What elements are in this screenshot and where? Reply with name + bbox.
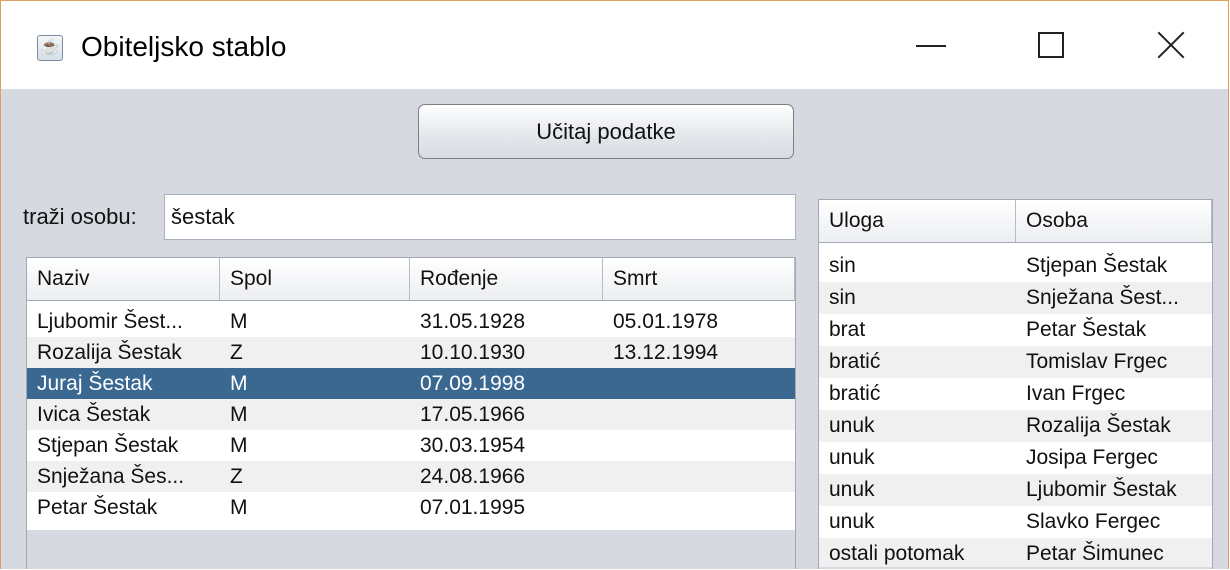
table-cell: 17.05.1966 <box>420 402 526 426</box>
table-cell: Juraj Šestak <box>37 371 153 395</box>
relations-table-empty-area <box>819 567 1212 569</box>
table-cell: M <box>230 371 248 395</box>
persons-table-column-header[interactable]: Smrt <box>603 258 795 300</box>
table-row[interactable]: Petar Šestak M 07.01.1995 <box>27 492 795 523</box>
persons-table-header: Naziv Spol Rođenje Smrt <box>27 258 795 301</box>
table-cell: 13.12.1994 <box>613 340 719 364</box>
close-icon <box>1157 31 1185 59</box>
table-cell: Snježana Šest... <box>1026 286 1179 309</box>
table-cell: 30.03.1954 <box>420 433 526 457</box>
table-cell: Petar Šestak <box>1026 318 1147 341</box>
relations-table-column-header[interactable]: Osoba <box>1016 200 1212 242</box>
table-row[interactable]: bratić Tomislav Frgec <box>819 346 1212 378</box>
table-row[interactable]: Ivica Šestak M 17.05.1966 <box>27 399 795 430</box>
minimize-icon <box>916 45 946 47</box>
table-cell: brat <box>829 318 866 341</box>
table-cell: sin <box>829 254 856 277</box>
load-data-button[interactable]: Učitaj podatke <box>418 104 794 159</box>
table-cell: bratić <box>829 350 881 373</box>
table-row[interactable]: sin Stjepan Šestak <box>819 250 1212 282</box>
table-cell: Z <box>230 464 243 488</box>
table-cell: Rozalija Šestak <box>1026 414 1171 437</box>
table-cell: Slavko Fergec <box>1026 510 1161 533</box>
persons-table-column-header[interactable]: Naziv <box>27 258 220 300</box>
persons-table-column-header[interactable]: Spol <box>220 258 410 300</box>
table-cell: unuk <box>829 478 875 501</box>
table-row[interactable]: sin Snježana Šest... <box>819 282 1212 314</box>
java-icon: ☕ <box>37 35 63 61</box>
app-window: ☕ Obiteljsko stablo Učitaj podatke traži… <box>0 0 1229 569</box>
minimize-button[interactable] <box>871 1 991 89</box>
table-cell: sin <box>829 286 856 309</box>
table-cell: Josipa Fergec <box>1026 446 1158 469</box>
table-cell: Ljubomir Šestak <box>1026 478 1177 501</box>
table-row[interactable]: brat Petar Šestak <box>819 314 1212 346</box>
search-label: traži osobu: <box>23 204 137 229</box>
table-row[interactable]: unuk Ljubomir Šestak <box>819 474 1212 506</box>
table-cell <box>603 492 795 523</box>
persons-table-column-header[interactable]: Rođenje <box>410 258 603 300</box>
table-cell: Ivica Šestak <box>37 402 151 426</box>
table-row[interactable]: Juraj Šestak M 07.09.1998 <box>27 368 795 399</box>
search-input[interactable] <box>164 194 796 240</box>
table-cell: Rozalija Šestak <box>37 340 182 364</box>
table-cell: unuk <box>829 414 875 437</box>
table-cell: 24.08.1966 <box>420 464 526 488</box>
table-cell <box>603 368 795 399</box>
relations-table-body: sin Stjepan Šestak sin Snježana Šest... brat… <box>819 250 1212 569</box>
close-button[interactable] <box>1111 1 1228 89</box>
relations-table-column-header[interactable]: Uloga <box>819 200 1016 242</box>
table-cell: Ljubomir Šest... <box>37 309 183 333</box>
maximize-icon <box>1038 32 1064 58</box>
table-cell: 05.01.1978 <box>613 309 719 333</box>
table-cell: Petar Šimunec <box>1026 542 1164 565</box>
table-cell: unuk <box>829 510 875 533</box>
table-cell: 07.09.1998 <box>420 371 526 395</box>
table-cell: M <box>230 495 248 519</box>
persons-table-empty-area <box>27 530 795 569</box>
table-cell: M <box>230 309 248 333</box>
table-cell: Stjepan Šestak <box>37 433 179 457</box>
table-cell: Z <box>230 340 243 364</box>
table-cell: bratić <box>829 382 881 405</box>
table-cell: 07.01.1995 <box>420 495 526 519</box>
table-cell: unuk <box>829 446 875 469</box>
table-cell <box>603 461 795 492</box>
table-row[interactable]: ostali potomak Petar Šimunec <box>819 538 1212 569</box>
table-row[interactable]: Snježana Šes... Z 24.08.1966 <box>27 461 795 492</box>
table-cell: Stjepan Šestak <box>1026 254 1168 277</box>
table-row[interactable]: Stjepan Šestak M 30.03.1954 <box>27 430 795 461</box>
table-row[interactable]: unuk Rozalija Šestak <box>819 410 1212 442</box>
table-cell <box>603 430 795 461</box>
table-cell: Ivan Frgec <box>1026 382 1126 405</box>
table-row[interactable]: unuk Josipa Fergec <box>819 442 1212 474</box>
table-row[interactable]: Ljubomir Šest... M 31.05.1928 05.01.1978 <box>27 306 795 337</box>
table-row[interactable]: Rozalija Šestak Z 10.10.1930 13.12.1994 <box>27 337 795 368</box>
table-cell <box>603 399 795 430</box>
relations-table-header: Uloga Osoba <box>819 200 1212 243</box>
window-title: Obiteljsko stablo <box>81 31 287 62</box>
persons-table-body: Ljubomir Šest... M 31.05.1928 05.01.1978 Roz… <box>27 306 795 523</box>
table-cell: 10.10.1930 <box>420 340 526 364</box>
table-cell: 31.05.1928 <box>420 309 526 333</box>
relations-table: Uloga Osoba sin Stjepan Šestak sin Snježana … <box>818 199 1213 569</box>
persons-table: Naziv Spol Rođenje Smrt Ljubomir Šest... M 31… <box>26 257 796 569</box>
table-row[interactable]: unuk Slavko Fergec <box>819 506 1212 538</box>
table-row[interactable]: bratić Ivan Frgec <box>819 378 1212 410</box>
table-cell: M <box>230 402 248 426</box>
table-cell: ostali potomak <box>829 542 965 565</box>
maximize-button[interactable] <box>991 1 1111 89</box>
title-bar: ☕ Obiteljsko stablo <box>1 1 1228 89</box>
table-cell: Tomislav Frgec <box>1026 350 1168 373</box>
table-cell: M <box>230 433 248 457</box>
table-cell: Snježana Šes... <box>37 464 185 488</box>
table-cell: Petar Šestak <box>37 495 158 519</box>
